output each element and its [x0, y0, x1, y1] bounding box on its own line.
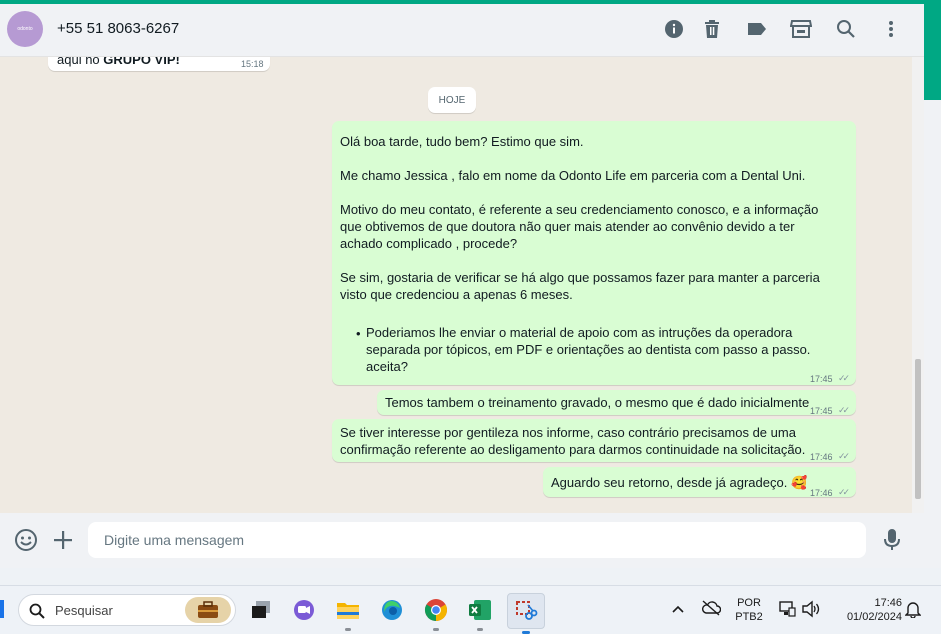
- outgoing-message[interactable]: Temos tambem o treinamento gravado, o me…: [377, 390, 856, 416]
- emoji-icon[interactable]: [13, 527, 39, 553]
- message-input[interactable]: [88, 522, 866, 558]
- clock-date: 01/02/2024: [846, 611, 902, 623]
- running-indicator: [477, 628, 483, 631]
- desktop-background: [0, 568, 941, 585]
- store-icon[interactable]: [790, 18, 812, 40]
- message-text: Olá boa tarde, tudo bem? Estimo que sim.: [340, 134, 584, 149]
- chat-scrollbar[interactable]: [912, 57, 924, 513]
- message-text: Aguardo seu retorno, desde já agradeço. …: [551, 475, 808, 490]
- outgoing-message[interactable]: Aguardo seu retorno, desde já agradeço. …: [543, 467, 856, 498]
- outgoing-message[interactable]: Se tiver interesse por gentileza nos inf…: [332, 419, 856, 462]
- excel-icon[interactable]: [465, 595, 495, 631]
- composer: [0, 513, 924, 568]
- message-time: 17:46: [810, 452, 833, 462]
- message-text: Poderiamos lhe enviar o material de apoi…: [366, 325, 811, 374]
- read-receipt-icon: ✓✓: [838, 487, 850, 497]
- background-window-edge: [924, 0, 941, 100]
- search-icon[interactable]: [835, 18, 857, 40]
- message-text: Motivo do meu contato, é referente a seu…: [340, 202, 819, 251]
- outgoing-message[interactable]: Olá boa tarde, tudo bem? Estimo que sim.…: [332, 121, 856, 385]
- file-explorer-icon[interactable]: [333, 595, 363, 631]
- clock[interactable]: 17:46 01/02/2024: [832, 596, 902, 624]
- keyboard-layout: PTB2: [735, 611, 763, 623]
- attach-plus-icon[interactable]: [50, 527, 76, 553]
- message-time: 17:46: [810, 488, 833, 498]
- label-icon[interactable]: [746, 18, 768, 40]
- start-button-edge[interactable]: [0, 600, 4, 618]
- message-time: 17:45: [810, 374, 833, 384]
- microphone-icon[interactable]: [879, 527, 905, 553]
- message-time: 17:45: [810, 406, 833, 416]
- taskbar: Pesquisar POR PTB2 17:46 01/02/2024: [0, 585, 941, 634]
- read-receipt-icon: ✓✓: [838, 451, 850, 461]
- language-code: POR: [737, 597, 761, 609]
- clock-time: 17:46: [874, 597, 902, 609]
- message-text: Me chamo Jessica , falo em nome da Odont…: [340, 168, 806, 183]
- chrome-icon[interactable]: [421, 595, 451, 631]
- volume-icon[interactable]: [801, 600, 821, 623]
- message-text: Se tiver interesse por gentileza nos inf…: [340, 425, 806, 457]
- avatar[interactable]: odonto: [7, 11, 43, 47]
- incoming-message[interactable]: aqui no GRUPO VIP! 15:18: [48, 57, 270, 71]
- bullet-dot: •: [356, 326, 361, 341]
- cloud-offline-icon[interactable]: [701, 600, 722, 621]
- search-icon: [29, 603, 45, 619]
- snipping-tool-icon[interactable]: [507, 593, 545, 634]
- read-receipt-icon: ✓✓: [838, 405, 850, 415]
- search-label: Pesquisar: [55, 603, 113, 618]
- message-time: 15:18: [241, 59, 264, 69]
- notification-bell-icon[interactable]: [904, 600, 922, 623]
- chat-header: odonto +55 51 8063-6267: [0, 4, 924, 57]
- whatsapp-window: odonto +55 51 8063-6267 aqui no GRUPO VI…: [0, 4, 924, 568]
- message-text: aqui no GRUPO VIP!: [57, 57, 180, 67]
- task-view-icon[interactable]: [246, 595, 276, 625]
- smiling-hearts-emoji: 🥰: [790, 475, 808, 490]
- edge-icon[interactable]: [377, 595, 407, 625]
- tray-chevron-up-icon[interactable]: [671, 601, 685, 619]
- trash-icon[interactable]: [701, 18, 723, 40]
- teams-icon[interactable]: [289, 595, 319, 625]
- date-separator: HOJE: [428, 87, 476, 113]
- network-icon[interactable]: [778, 600, 796, 623]
- scroll-thumb[interactable]: [915, 359, 921, 499]
- more-icon[interactable]: [880, 18, 902, 40]
- avatar-text: odonto: [17, 26, 33, 32]
- running-indicator: [433, 628, 439, 631]
- read-receipt-icon: ✓✓: [838, 373, 850, 383]
- message-list[interactable]: aqui no GRUPO VIP! 15:18 HOJE Olá boa ta…: [0, 57, 924, 513]
- message-text: Temos tambem o treinamento gravado, o me…: [385, 395, 810, 410]
- briefcase-icon: [185, 597, 231, 623]
- language-indicator[interactable]: POR PTB2: [733, 596, 765, 624]
- info-icon[interactable]: [663, 18, 685, 40]
- running-indicator: [345, 628, 351, 631]
- taskbar-search[interactable]: Pesquisar: [18, 594, 236, 626]
- contact-name[interactable]: +55 51 8063-6267: [57, 20, 179, 37]
- message-text: Se sim, gostaria de verificar se há algo…: [340, 270, 820, 302]
